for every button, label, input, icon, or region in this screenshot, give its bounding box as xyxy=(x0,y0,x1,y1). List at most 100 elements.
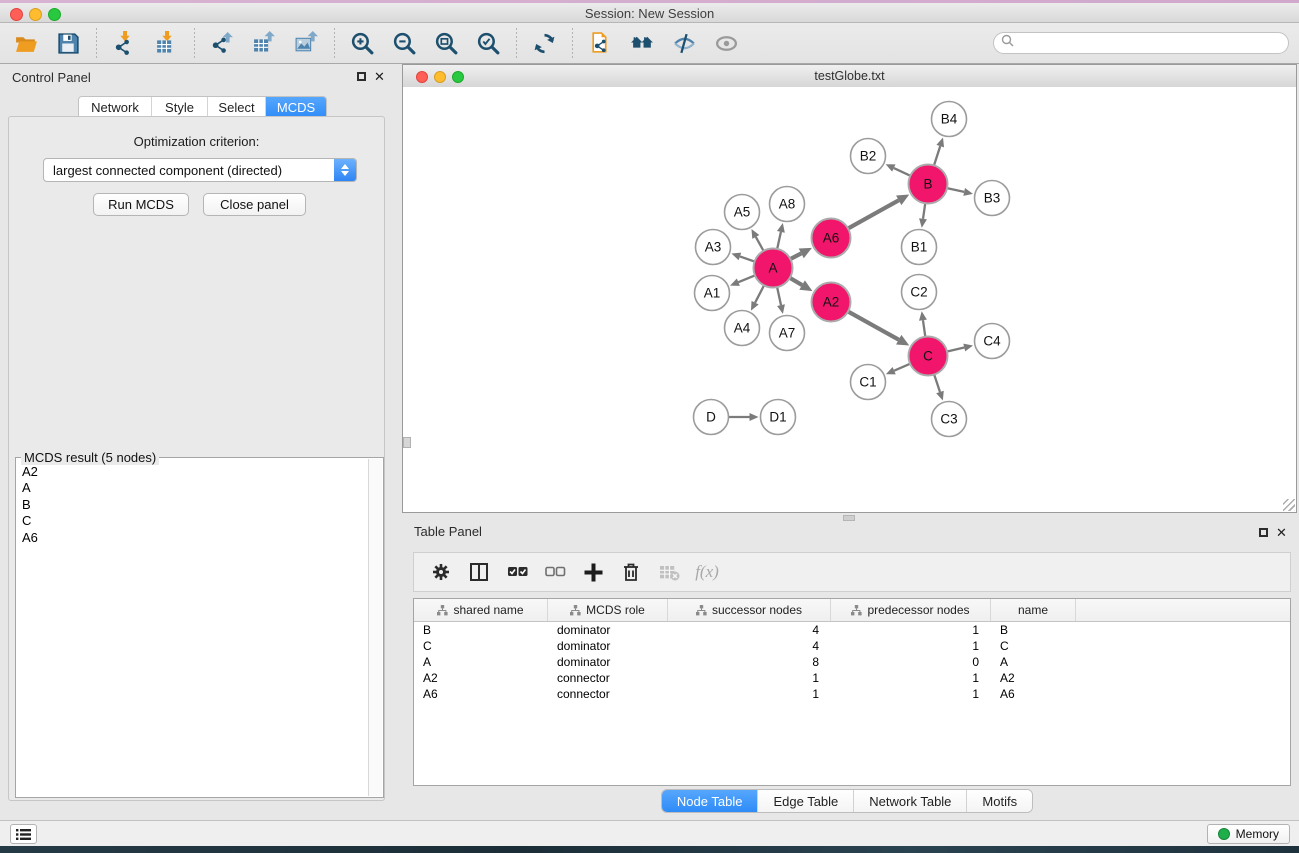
column-header-name[interactable]: name xyxy=(991,599,1076,621)
import-network-button[interactable] xyxy=(106,27,142,59)
divider-collapse-handle[interactable] xyxy=(843,515,855,521)
graph-node-A4[interactable]: A4 xyxy=(725,311,760,346)
select-all-checkboxes-button[interactable] xyxy=(502,558,532,586)
edge-arrowhead xyxy=(936,138,944,148)
table-row[interactable]: Adominator80A xyxy=(414,654,1290,670)
table-row[interactable]: Bdominator41B xyxy=(414,622,1290,638)
search-field[interactable] xyxy=(993,32,1289,54)
column-header-shared-name[interactable]: shared name xyxy=(414,599,548,621)
open-file-icon xyxy=(14,31,39,56)
graph-node-D[interactable]: D xyxy=(694,400,729,435)
graph-node-C1[interactable]: C1 xyxy=(851,365,886,400)
zoom-selected-button[interactable] xyxy=(470,27,506,59)
control-panel-float-icon[interactable] xyxy=(357,72,366,81)
graph-node-B2[interactable]: B2 xyxy=(851,139,886,174)
graph-node-C4[interactable]: C4 xyxy=(975,324,1010,359)
graph-node-B4[interactable]: B4 xyxy=(932,102,967,137)
network-from-selection-button[interactable] xyxy=(582,27,618,59)
tab-style[interactable]: Style xyxy=(152,97,208,118)
graph-node-A8[interactable]: A8 xyxy=(770,187,805,222)
zoom-fit-button[interactable] xyxy=(428,27,464,59)
horizontal-divider[interactable] xyxy=(402,513,1299,520)
export-image-icon xyxy=(294,31,319,56)
tab-edge-table[interactable]: Edge Table xyxy=(758,790,854,812)
zoom-out-button[interactable] xyxy=(386,27,422,59)
mcds-result-item[interactable]: A6 xyxy=(17,530,368,546)
edge-arrowhead xyxy=(750,413,759,421)
graph-node-D1[interactable]: D1 xyxy=(761,400,796,435)
table-panel-close-icon[interactable]: ✕ xyxy=(1276,527,1287,538)
table-row[interactable]: Cdominator41C xyxy=(414,638,1290,654)
column-header-predecessor-nodes[interactable]: predecessor nodes xyxy=(831,599,991,621)
tab-network-table[interactable]: Network Table xyxy=(854,790,967,812)
graph-node-A1[interactable]: A1 xyxy=(695,276,730,311)
mcds-result-item[interactable]: A2 xyxy=(17,464,368,480)
close-panel-button[interactable]: Close panel xyxy=(203,193,306,216)
network-canvas[interactable]: B4 B2 B B3 A5 A8 A6 A3 A B1 A1 A2 C2 A4 A7 C4 C C1 D D1 C3 xyxy=(403,87,1296,512)
table-cell: dominator xyxy=(548,639,668,653)
graph-node-A7[interactable]: A7 xyxy=(770,316,805,351)
graph-node-A3[interactable]: A3 xyxy=(696,230,731,265)
mcds-result-item[interactable]: A xyxy=(17,480,368,496)
attribute-type-icon xyxy=(696,605,707,616)
table-tabs-container: Node TableEdge TableNetwork TableMotifs xyxy=(402,789,1292,813)
export-table-button[interactable] xyxy=(246,27,282,59)
tab-node-table[interactable]: Node Table xyxy=(662,790,759,812)
network-window-title: testGlobe.txt xyxy=(403,69,1296,83)
table-row[interactable]: A2connector11A2 xyxy=(414,670,1290,686)
graph-node-A[interactable]: A xyxy=(754,249,793,288)
mcds-result-title: MCDS result (5 nodes) xyxy=(21,450,159,465)
mcds-result-scrollbar[interactable] xyxy=(368,459,382,796)
task-history-button[interactable] xyxy=(10,824,37,844)
table-cell: C xyxy=(991,639,1076,653)
show-columns-button[interactable] xyxy=(464,558,494,586)
add-column-button[interactable] xyxy=(578,558,608,586)
tab-network[interactable]: Network xyxy=(79,97,152,118)
refresh-button[interactable] xyxy=(526,27,562,59)
table-row[interactable]: A6connector11A6 xyxy=(414,686,1290,702)
clear-checkboxes-button[interactable] xyxy=(540,558,570,586)
settings-gear-button[interactable] xyxy=(426,558,456,586)
optimization-criterion-dropdown[interactable]: largest connected component (directed) xyxy=(43,158,357,182)
table-cell: C xyxy=(414,639,548,653)
show-panels-button[interactable] xyxy=(708,27,744,59)
graph-node-C[interactable]: C xyxy=(909,337,948,376)
search-icon xyxy=(1001,34,1014,52)
edge-arrowhead xyxy=(963,344,973,352)
mcds-result-item[interactable]: B xyxy=(17,497,368,513)
save-session-button[interactable] xyxy=(50,27,86,59)
mcds-result-item[interactable]: C xyxy=(17,513,368,529)
window-resize-grip[interactable] xyxy=(1283,499,1295,511)
app-title: Session: New Session xyxy=(0,6,1299,21)
graph-node-B[interactable]: B xyxy=(909,165,948,204)
tab-motifs[interactable]: Motifs xyxy=(967,790,1032,812)
hide-panels-button[interactable] xyxy=(666,27,702,59)
graph-node-C3[interactable]: C3 xyxy=(932,402,967,437)
graph-node-B3[interactable]: B3 xyxy=(975,181,1010,216)
open-file-button[interactable] xyxy=(8,27,44,59)
save-session-icon xyxy=(56,31,81,56)
search-input[interactable] xyxy=(1018,35,1288,51)
graph-node-A2[interactable]: A2 xyxy=(812,283,851,322)
import-table-button[interactable] xyxy=(148,27,184,59)
delete-column-button[interactable] xyxy=(616,558,646,586)
control-panel-close-icon[interactable]: ✕ xyxy=(374,71,385,82)
tab-select[interactable]: Select xyxy=(208,97,266,118)
export-image-button[interactable] xyxy=(288,27,324,59)
edge-arrowhead xyxy=(777,304,785,314)
zoom-in-button[interactable] xyxy=(344,27,380,59)
run-mcds-button[interactable]: Run MCDS xyxy=(93,193,189,216)
home-button[interactable] xyxy=(624,27,660,59)
table-panel-float-icon[interactable] xyxy=(1259,528,1268,537)
graph-node-B1[interactable]: B1 xyxy=(902,230,937,265)
tab-mcds[interactable]: MCDS xyxy=(266,97,326,118)
graph-node-A5[interactable]: A5 xyxy=(725,195,760,230)
column-header-successor-nodes[interactable]: successor nodes xyxy=(668,599,831,621)
export-network-button[interactable] xyxy=(204,27,240,59)
svg-text:A6: A6 xyxy=(823,231,840,246)
graph-node-C2[interactable]: C2 xyxy=(902,275,937,310)
graph-node-A6[interactable]: A6 xyxy=(812,219,851,258)
column-header-MCDS-role[interactable]: MCDS role xyxy=(548,599,668,621)
left-splitter-handle[interactable] xyxy=(403,437,411,448)
memory-button[interactable]: Memory xyxy=(1207,824,1290,844)
